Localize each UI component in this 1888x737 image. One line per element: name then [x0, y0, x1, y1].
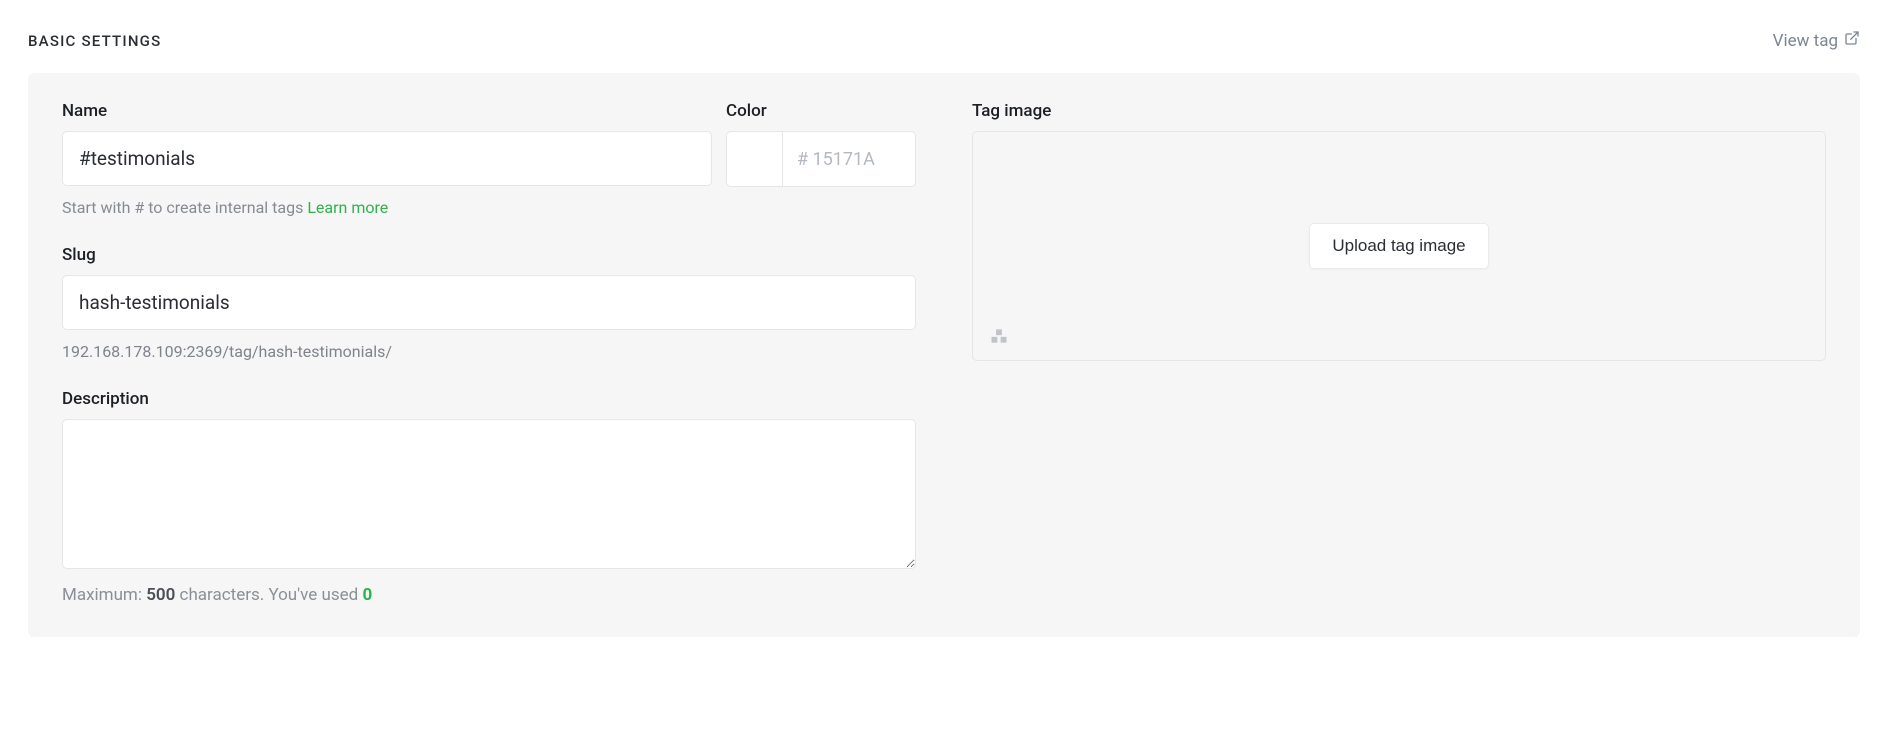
view-tag-link[interactable]: View tag — [1773, 30, 1860, 51]
name-hint-text: Start with # to create internal tags — [62, 198, 307, 217]
learn-more-link[interactable]: Learn more — [307, 198, 388, 217]
char-hint-prefix: Maximum: — [62, 585, 146, 605]
view-tag-label: View tag — [1773, 31, 1838, 51]
name-label: Name — [62, 101, 712, 121]
slug-field-block: Slug 192.168.178.109:2369/tag/hash-testi… — [62, 245, 916, 361]
char-hint-max: 500 — [146, 585, 175, 605]
right-column: Tag image Upload tag image — [972, 101, 1826, 605]
color-input[interactable] — [782, 131, 916, 187]
color-input-group — [726, 131, 916, 187]
name-hint: Start with # to create internal tags Lea… — [62, 198, 712, 217]
color-label: Color — [726, 101, 916, 121]
left-column: Name Start with # to create internal tag… — [62, 101, 916, 605]
name-input[interactable] — [62, 131, 712, 186]
char-hint-suffix: characters. You've used — [175, 585, 362, 605]
char-hint-used: 0 — [362, 585, 372, 605]
color-swatch[interactable] — [726, 131, 782, 187]
slug-label: Slug — [62, 245, 916, 265]
section-header: BASIC SETTINGS View tag — [28, 30, 1860, 51]
basic-settings-section: BASIC SETTINGS View tag Name Start with … — [0, 0, 1888, 677]
description-label: Description — [62, 389, 916, 409]
description-field-block: Description Maximum: 500 characters. You… — [62, 389, 916, 605]
section-title: BASIC SETTINGS — [28, 32, 161, 50]
image-placeholder-icon — [989, 326, 1009, 346]
external-link-icon — [1844, 30, 1860, 51]
upload-tag-image-button[interactable]: Upload tag image — [1309, 223, 1488, 269]
color-field-block: Color — [726, 101, 916, 187]
description-char-hint: Maximum: 500 characters. You've used 0 — [62, 585, 916, 605]
name-color-row: Name Start with # to create internal tag… — [62, 101, 916, 217]
tag-image-dropzone[interactable]: Upload tag image — [972, 131, 1826, 361]
slug-url-hint: 192.168.178.109:2369/tag/hash-testimonia… — [62, 342, 916, 361]
description-textarea[interactable] — [62, 419, 916, 569]
settings-panel: Name Start with # to create internal tag… — [28, 73, 1860, 637]
slug-input[interactable] — [62, 275, 916, 330]
name-field-block: Name Start with # to create internal tag… — [62, 101, 712, 217]
tag-image-label: Tag image — [972, 101, 1826, 121]
